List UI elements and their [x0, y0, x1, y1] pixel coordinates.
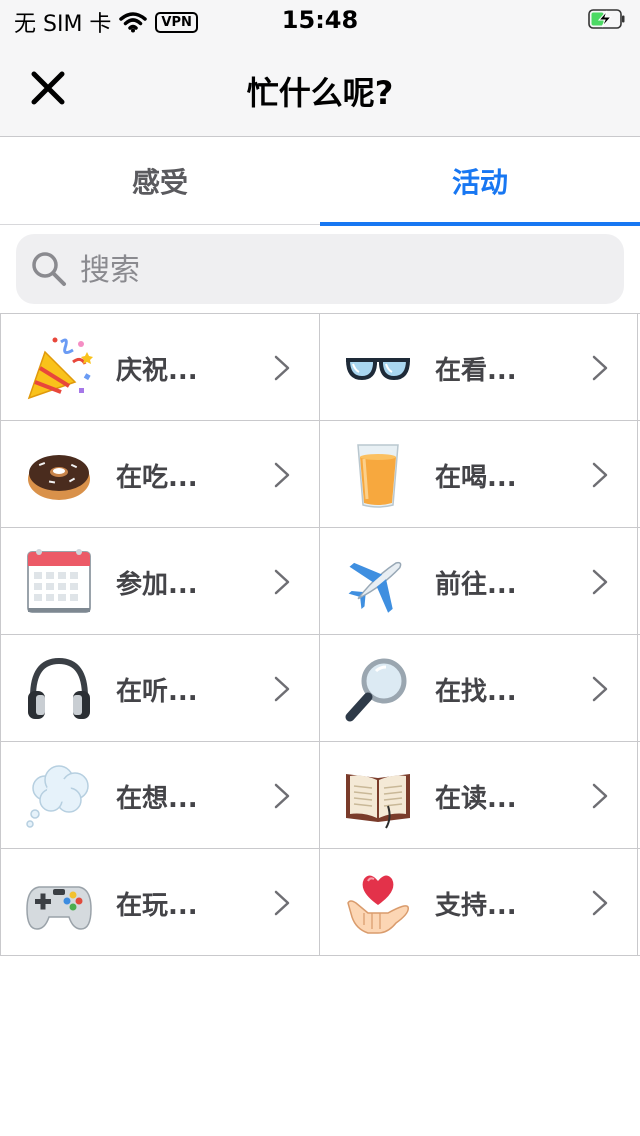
chevron-right-icon — [592, 676, 608, 702]
activity-label: 在看... — [435, 356, 517, 386]
activity-label: 在玩... — [116, 891, 198, 921]
grid-row: 庆祝... 在看... — [0, 314, 640, 421]
chevron-right-icon — [592, 355, 608, 381]
chevron-right-icon — [592, 783, 608, 809]
activity-looking-for[interactable]: 在找... — [319, 635, 638, 741]
chevron-right-icon — [592, 462, 608, 488]
activity-label: 在吃... — [116, 463, 198, 493]
activity-watching[interactable]: 在看... — [319, 314, 638, 420]
game-controller-icon — [26, 886, 92, 930]
tab-bar: 感受 活动 — [0, 137, 640, 226]
activity-reading[interactable]: 在读... — [319, 742, 638, 848]
activity-label: 在读... — [435, 784, 517, 814]
activity-thinking[interactable]: 在想... — [0, 742, 319, 848]
airplane-icon — [348, 561, 402, 613]
activity-listening[interactable]: 在听... — [0, 635, 319, 741]
activity-grid: 庆祝... 在看... 在吃... 在喝... 参加... 前往... 在听..… — [0, 313, 640, 956]
heart-in-hand-icon — [347, 875, 409, 934]
page-title: 忙什么呢? — [246, 74, 394, 112]
glasses-icon — [346, 358, 410, 380]
active-tab-indicator — [320, 222, 640, 226]
party-popper-icon — [27, 337, 93, 400]
nav-bar: 忙什么呢? — [0, 40, 640, 137]
chevron-right-icon — [274, 355, 290, 381]
juice-glass-icon — [357, 444, 399, 508]
activity-label: 在喝... — [435, 463, 517, 493]
chevron-right-icon — [592, 569, 608, 595]
calendar-icon — [27, 549, 91, 613]
thought-bubble-icon — [26, 765, 89, 828]
search-input[interactable] — [78, 244, 602, 296]
status-time: 15:48 — [281, 6, 359, 34]
activity-attending[interactable]: 参加... — [0, 528, 319, 634]
activity-playing[interactable]: 在玩... — [0, 849, 319, 955]
activity-label: 在想... — [116, 784, 198, 814]
magnifying-glass-icon — [345, 658, 407, 722]
search-bar[interactable] — [16, 234, 624, 304]
tab-feelings[interactable]: 感受 — [0, 137, 320, 224]
activity-eating[interactable]: 在吃... — [0, 421, 319, 527]
tab-activities[interactable]: 活动 — [320, 137, 640, 224]
activity-label: 支持... — [435, 891, 517, 921]
activity-drinking[interactable]: 在喝... — [319, 421, 638, 527]
search-icon — [32, 252, 66, 286]
activity-label: 前往... — [435, 570, 517, 600]
chevron-right-icon — [274, 676, 290, 702]
open-book-icon — [346, 774, 410, 829]
activity-supporting[interactable]: 支持... — [319, 849, 638, 955]
chevron-right-icon — [274, 890, 290, 916]
grid-row: 在吃... 在喝... — [0, 421, 640, 528]
chevron-right-icon — [274, 569, 290, 595]
chevron-right-icon — [592, 890, 608, 916]
grid-row: 在听... 在找... — [0, 635, 640, 742]
activity-label: 参加... — [116, 570, 198, 600]
chevron-right-icon — [274, 783, 290, 809]
grid-row: 在想... 在读... — [0, 742, 640, 849]
donut-icon — [28, 455, 90, 500]
grid-row: 在玩... 支持... — [0, 849, 640, 956]
activity-celebrating[interactable]: 庆祝... — [0, 314, 319, 420]
headphones-icon — [28, 657, 90, 719]
activity-label: 在听... — [116, 677, 198, 707]
chevron-right-icon — [274, 462, 290, 488]
activity-travelling[interactable]: 前往... — [319, 528, 638, 634]
activity-label: 庆祝... — [116, 356, 198, 386]
battery-charging-icon — [588, 9, 625, 29]
grid-row: 参加... 前往... — [0, 528, 640, 635]
status-bar: 无 SIM 卡 VPN 15:48 — [0, 0, 640, 40]
activity-label: 在找... — [435, 677, 517, 707]
